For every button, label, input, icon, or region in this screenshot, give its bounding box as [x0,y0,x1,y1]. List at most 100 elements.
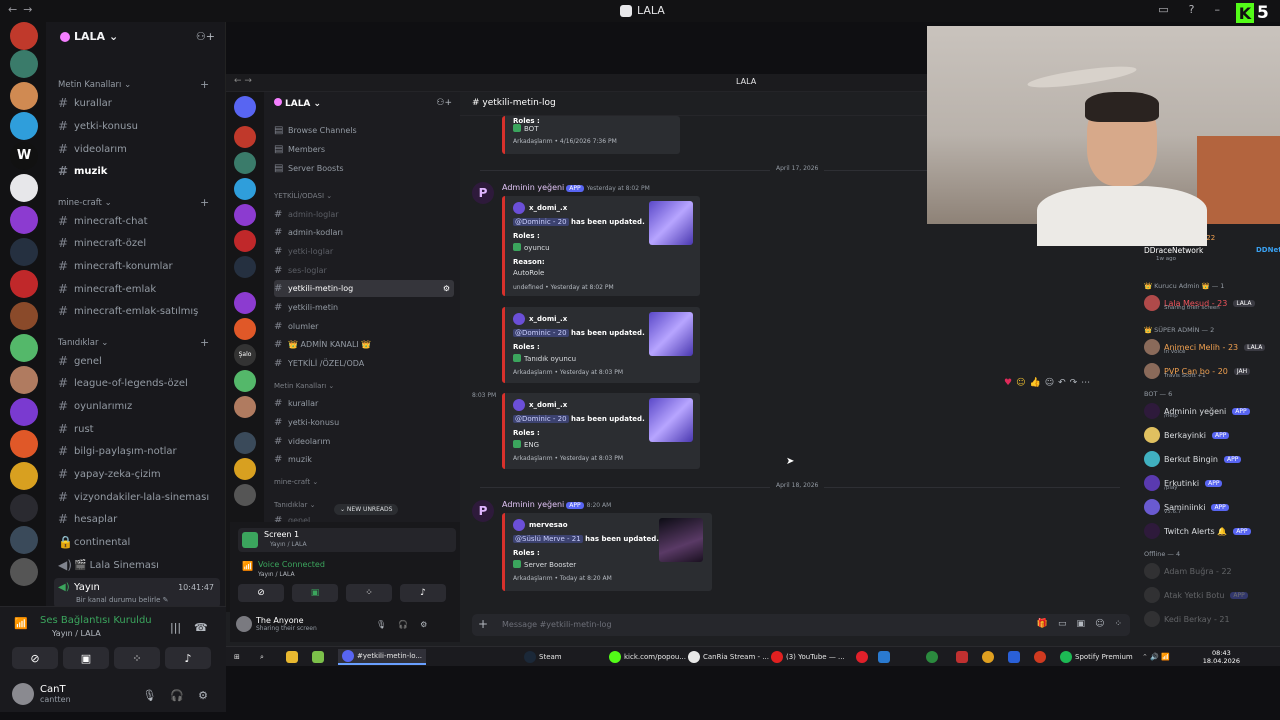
clock[interactable]: 08:43 18.04.2026 [1203,649,1240,665]
channel-item[interactable]: # minecraft-chat [58,212,218,230]
server-icon[interactable] [10,22,38,50]
channel-item[interactable]: # vizyondakiler-lala-sineması [58,488,218,506]
windows-start-icon[interactable]: ⊞ [234,649,240,665]
opera-icon[interactable] [856,649,868,665]
channel-item[interactable]: # yetki-konusu [274,414,454,431]
server-icon[interactable] [234,292,256,314]
minimize-button[interactable]: – [1215,3,1221,16]
sticker-icon[interactable]: ▣ [1077,619,1086,629]
channel-item[interactable]: ◀) 🎬 Lala Sineması [58,556,218,574]
channel-status[interactable]: Bir kanal durumu belirle ✎ [76,596,169,604]
category-header[interactable]: Metin Kanalları ⌄ [274,382,334,390]
voice-status[interactable]: Ses Bağlantısı Kuruldu [40,615,152,626]
settings-icon[interactable]: ⚙ [420,620,427,629]
screen-share-button[interactable]: ▣ [292,584,338,602]
message-author[interactable]: Adminin yeğeni APP Yesterday at 8:02 PM [502,183,650,192]
nav-arrows[interactable]: ←→ [8,3,38,16]
channel-item[interactable]: # league-of-legends-özel [58,374,218,392]
server-icon[interactable] [234,370,256,392]
server-icon[interactable] [234,484,256,506]
channel-item[interactable]: # bilgi-paylaşım-notlar [58,442,218,460]
channel-item[interactable]: # muzik [274,451,454,468]
channel-item[interactable]: # 👑 ADMİN KANALI 👑 [274,336,454,353]
add-channel-icon[interactable]: + [200,336,209,349]
channel-item[interactable]: # yapay-zeka-çizim [58,465,218,483]
server-icon[interactable] [10,238,38,266]
voice-location[interactable]: Yayın / LALA [258,571,295,578]
message-placeholder[interactable]: Message #yetkili-metin-log [502,620,612,629]
member-item[interactable]: Atak Yetki Botu APP [1144,586,1278,604]
embed-thumbnail[interactable] [649,201,693,245]
channel-item[interactable]: # minecraft-özel [58,234,218,252]
channel-item[interactable]: # minecraft-emlak [58,280,218,298]
reply-icon[interactable]: ↶ [1058,378,1066,388]
channel-item[interactable]: # kurallar [274,395,454,412]
server-icon[interactable]: Şalo [234,344,256,366]
server-icon[interactable] [234,458,256,480]
channel-item[interactable]: # yetkili-metin-log ⚙ [274,280,454,297]
camera-off-button[interactable]: ⊘ [12,647,58,669]
add-user-icon[interactable]: ⚇+ [196,30,215,43]
menu-item[interactable]: ▤ Server Boosts [274,160,454,177]
system-tray-icons[interactable]: ⌃ 🔊 📶 [1142,649,1170,665]
emoji-reaction-icon[interactable]: ☺ [1016,378,1025,388]
server-icon[interactable] [10,82,38,110]
channel-item[interactable]: # ses-loglar [274,262,454,279]
member-item[interactable]: Erkutinki APP/play [1144,474,1278,492]
vscode-icon[interactable] [878,649,890,665]
bot-avatar[interactable]: P [472,500,494,522]
headphones-icon[interactable]: 🎧 [170,689,184,702]
add-channel-icon[interactable]: + [200,78,209,91]
server-icon[interactable] [10,112,38,140]
server-icon[interactable] [234,126,256,148]
emoji-icon[interactable]: ☺ [1095,619,1104,629]
app-icon[interactable] [956,649,968,665]
add-channel-icon[interactable]: + [200,196,209,209]
server-icon[interactable] [10,558,38,586]
channel-item[interactable]: # muzik [58,162,218,180]
server-icon[interactable] [10,50,38,78]
server-icon[interactable]: W [10,142,38,170]
server-icon[interactable] [10,174,38,202]
window-controls[interactable]: ▭? – [1158,3,1220,16]
inner-server-name[interactable]: LALA ⌄ [274,98,321,109]
member-item[interactable]: Lala Mesud - 23 LALA Sharing their screen [1144,294,1278,312]
member-item[interactable]: Adminin yeğeni APP/help [1144,402,1278,420]
channel-item[interactable]: # admin-loglar [274,206,454,223]
server-icon[interactable] [10,302,38,330]
embed-thumbnail[interactable] [649,398,693,442]
help-icon[interactable]: ? [1189,3,1195,16]
more-icon[interactable]: ⋯ [1081,378,1090,388]
taskbar-app[interactable]: (3) YouTube — ... [771,649,845,665]
category-header[interactable]: mine-craft ⌄ [274,478,318,486]
forward-icon[interactable]: ↷ [1070,378,1078,388]
server-icon[interactable] [10,398,38,426]
category-header[interactable]: Tanıdıklar ⌄ + [58,336,209,349]
inner-nav-arrows[interactable]: ← → [234,76,252,86]
category-header[interactable]: YETKİLİ/ODASI ⌄ [274,192,332,200]
thumbs-up-icon[interactable]: 👍 [1029,378,1040,388]
settings-icon[interactable]: ⚙ [198,689,208,702]
plus-icon[interactable]: + [478,617,488,631]
menu-item[interactable]: ▤ Members [274,141,454,158]
channel-item[interactable]: # yetki-loglar [274,243,454,260]
user-mention[interactable]: @Dominic - 20 [513,415,569,423]
bot-avatar[interactable]: P [472,182,494,204]
channel-item[interactable]: # oyunlarımız [58,397,218,415]
category-header[interactable]: Tanıdıklar ⌄ [274,501,315,509]
channel-item[interactable]: # YETKİLİ /ÖZEL/ODA [274,355,454,372]
message-input[interactable]: + Message #yetkili-metin-log 🎁 ▭ ▣ ☺ ⁘ [472,614,1130,636]
channel-item[interactable]: # yetkili-metin [274,299,454,316]
channel-item[interactable]: # videolarım [274,433,454,450]
inbox-icon[interactable]: ▭ [1158,3,1168,16]
member-item[interactable]: Adam Buğra - 22 [1144,562,1278,580]
server-icon[interactable] [10,526,38,554]
user-mention[interactable]: @Dominic - 20 [513,218,569,226]
menu-item[interactable]: ▤ Browse Channels [274,122,454,139]
add-user-icon[interactable]: ⚇+ [436,98,452,108]
category-header[interactable]: Metin Kanalları ⌄ + [58,78,209,91]
server-icon[interactable] [10,270,38,298]
voice-location[interactable]: Yayın / LALA [52,629,101,638]
server-icon[interactable] [234,432,256,454]
gif-icon[interactable]: ▭ [1058,619,1067,629]
